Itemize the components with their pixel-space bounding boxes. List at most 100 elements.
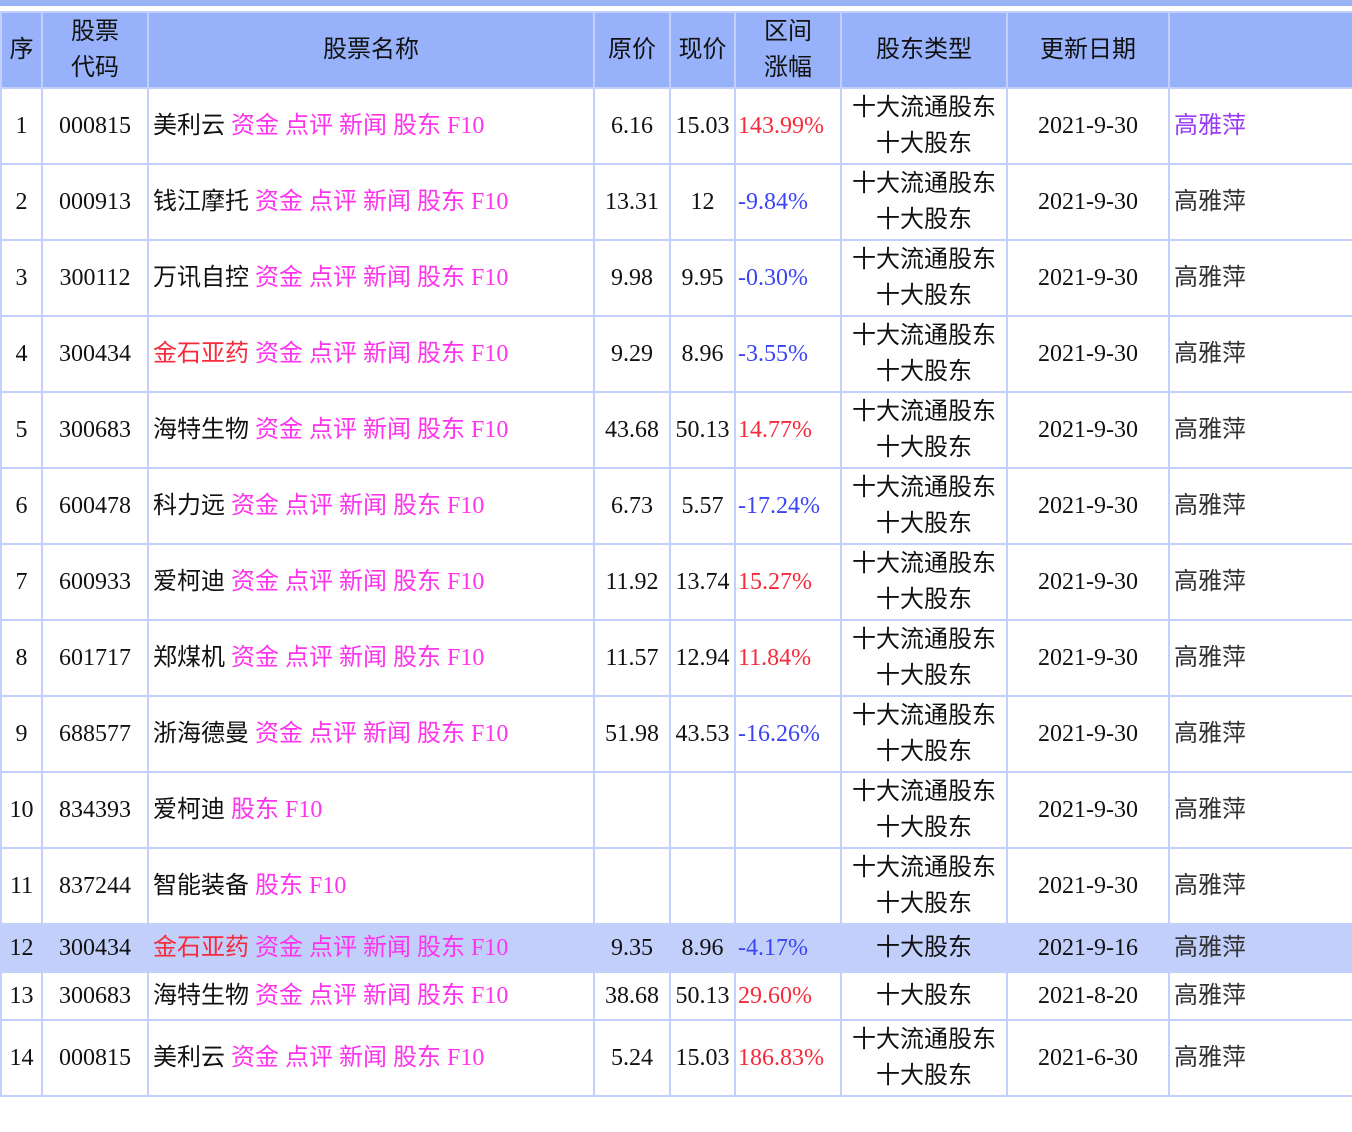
link-xinwen[interactable]: 新闻 <box>339 113 387 139</box>
link-zijin[interactable]: 资金 <box>231 493 279 519</box>
manager-link[interactable]: 高雅萍 <box>1174 935 1246 961</box>
manager-link[interactable]: 高雅萍 <box>1174 873 1246 899</box>
link-xinwen[interactable]: 新闻 <box>339 1045 387 1071</box>
stock-name[interactable]: 海特生物 <box>153 983 249 1009</box>
stock-name[interactable]: 爱柯迪 <box>153 569 225 595</box>
manager-link[interactable]: 高雅萍 <box>1174 265 1246 291</box>
link-gudong[interactable]: 股东 <box>417 265 465 291</box>
link-dianping[interactable]: 点评 <box>309 935 357 961</box>
stock-name[interactable]: 浙海德曼 <box>153 721 249 747</box>
link-gudong[interactable]: 股东 <box>417 721 465 747</box>
link-dianping[interactable]: 点评 <box>285 1045 333 1071</box>
stock-name[interactable]: 钱江摩托 <box>153 189 249 215</box>
manager-link[interactable]: 高雅萍 <box>1174 113 1246 139</box>
link-xinwen[interactable]: 新闻 <box>363 721 411 747</box>
link-f10[interactable]: F10 <box>471 189 508 215</box>
stock-name[interactable]: 智能装备 <box>153 873 249 899</box>
link-xinwen[interactable]: 新闻 <box>339 645 387 671</box>
link-gudong[interactable]: 股东 <box>417 189 465 215</box>
link-xinwen[interactable]: 新闻 <box>363 983 411 1009</box>
link-f10[interactable]: F10 <box>285 797 322 823</box>
link-zijin[interactable]: 资金 <box>231 1045 279 1071</box>
link-zijin[interactable]: 资金 <box>231 113 279 139</box>
stock-name[interactable]: 美利云 <box>153 113 225 139</box>
stock-name[interactable]: 万讯自控 <box>153 265 249 291</box>
link-f10[interactable]: F10 <box>471 935 508 961</box>
link-f10[interactable]: F10 <box>471 265 508 291</box>
link-f10[interactable]: F10 <box>447 113 484 139</box>
link-f10[interactable]: F10 <box>447 645 484 671</box>
link-xinwen[interactable]: 新闻 <box>339 493 387 519</box>
link-dianping[interactable]: 点评 <box>285 493 333 519</box>
link-gudong[interactable]: 股东 <box>255 873 303 899</box>
stock-name[interactable]: 郑煤机 <box>153 645 225 671</box>
link-f10[interactable]: F10 <box>471 983 508 1009</box>
link-gudong[interactable]: 股东 <box>417 341 465 367</box>
manager-link[interactable]: 高雅萍 <box>1174 797 1246 823</box>
price-change: 14.77% <box>734 391 842 469</box>
link-xinwen[interactable]: 新闻 <box>363 189 411 215</box>
link-f10[interactable]: F10 <box>447 569 484 595</box>
link-gudong[interactable]: 股东 <box>231 797 279 823</box>
link-gudong[interactable]: 股东 <box>417 935 465 961</box>
header-cur-price-text: 现价 <box>678 37 727 63</box>
link-dianping[interactable]: 点评 <box>285 645 333 671</box>
manager-cell: 高雅萍 <box>1168 695 1352 773</box>
link-dianping[interactable]: 点评 <box>285 569 333 595</box>
link-f10[interactable]: F10 <box>309 873 346 899</box>
link-zijin[interactable]: 资金 <box>255 417 303 443</box>
link-gudong[interactable]: 股东 <box>393 113 441 139</box>
link-dianping[interactable]: 点评 <box>309 417 357 443</box>
link-dianping[interactable]: 点评 <box>309 341 357 367</box>
row-index: 14 <box>0 1019 43 1097</box>
link-zijin[interactable]: 资金 <box>255 721 303 747</box>
manager-link[interactable]: 高雅萍 <box>1174 493 1246 519</box>
link-f10[interactable]: F10 <box>447 493 484 519</box>
link-gudong[interactable]: 股东 <box>417 983 465 1009</box>
stock-name[interactable]: 海特生物 <box>153 417 249 443</box>
link-gudong[interactable]: 股东 <box>393 569 441 595</box>
manager-link[interactable]: 高雅萍 <box>1174 983 1246 1009</box>
manager-link[interactable]: 高雅萍 <box>1174 1045 1246 1071</box>
link-f10[interactable]: F10 <box>471 417 508 443</box>
link-zijin[interactable]: 资金 <box>255 189 303 215</box>
link-zijin[interactable]: 资金 <box>255 983 303 1009</box>
stock-name[interactable]: 金石亚药 <box>153 935 249 961</box>
link-zijin[interactable]: 资金 <box>255 935 303 961</box>
stock-name[interactable]: 美利云 <box>153 1045 225 1071</box>
manager-link[interactable]: 高雅萍 <box>1174 341 1246 367</box>
manager-link[interactable]: 高雅萍 <box>1174 417 1246 443</box>
orig-price: 9.29 <box>593 315 671 393</box>
link-dianping[interactable]: 点评 <box>309 189 357 215</box>
link-gudong[interactable]: 股东 <box>393 1045 441 1071</box>
link-gudong[interactable]: 股东 <box>393 493 441 519</box>
link-xinwen[interactable]: 新闻 <box>363 341 411 367</box>
manager-link[interactable]: 高雅萍 <box>1174 721 1246 747</box>
link-xinwen[interactable]: 新闻 <box>363 935 411 961</box>
header-code-text: 代码 <box>71 55 119 81</box>
link-zijin[interactable]: 资金 <box>255 341 303 367</box>
link-zijin[interactable]: 资金 <box>255 265 303 291</box>
manager-link[interactable]: 高雅萍 <box>1174 645 1246 671</box>
link-xinwen[interactable]: 新闻 <box>363 417 411 443</box>
stock-name[interactable]: 金石亚药 <box>153 341 249 367</box>
stock-name[interactable]: 爱柯迪 <box>153 797 225 823</box>
link-f10[interactable]: F10 <box>471 341 508 367</box>
link-dianping[interactable]: 点评 <box>309 983 357 1009</box>
link-f10[interactable]: F10 <box>471 721 508 747</box>
update-date: 2021-9-30 <box>1006 771 1170 849</box>
manager-link[interactable]: 高雅萍 <box>1174 569 1246 595</box>
link-zijin[interactable]: 资金 <box>231 569 279 595</box>
manager-link[interactable]: 高雅萍 <box>1174 189 1246 215</box>
link-dianping[interactable]: 点评 <box>309 265 357 291</box>
holder-type-text: 十大股东 <box>876 983 972 1009</box>
link-xinwen[interactable]: 新闻 <box>363 265 411 291</box>
stock-name[interactable]: 科力远 <box>153 493 225 519</box>
link-zijin[interactable]: 资金 <box>231 645 279 671</box>
link-gudong[interactable]: 股东 <box>417 417 465 443</box>
link-xinwen[interactable]: 新闻 <box>339 569 387 595</box>
link-f10[interactable]: F10 <box>447 1045 484 1071</box>
link-dianping[interactable]: 点评 <box>309 721 357 747</box>
link-dianping[interactable]: 点评 <box>285 113 333 139</box>
link-gudong[interactable]: 股东 <box>393 645 441 671</box>
